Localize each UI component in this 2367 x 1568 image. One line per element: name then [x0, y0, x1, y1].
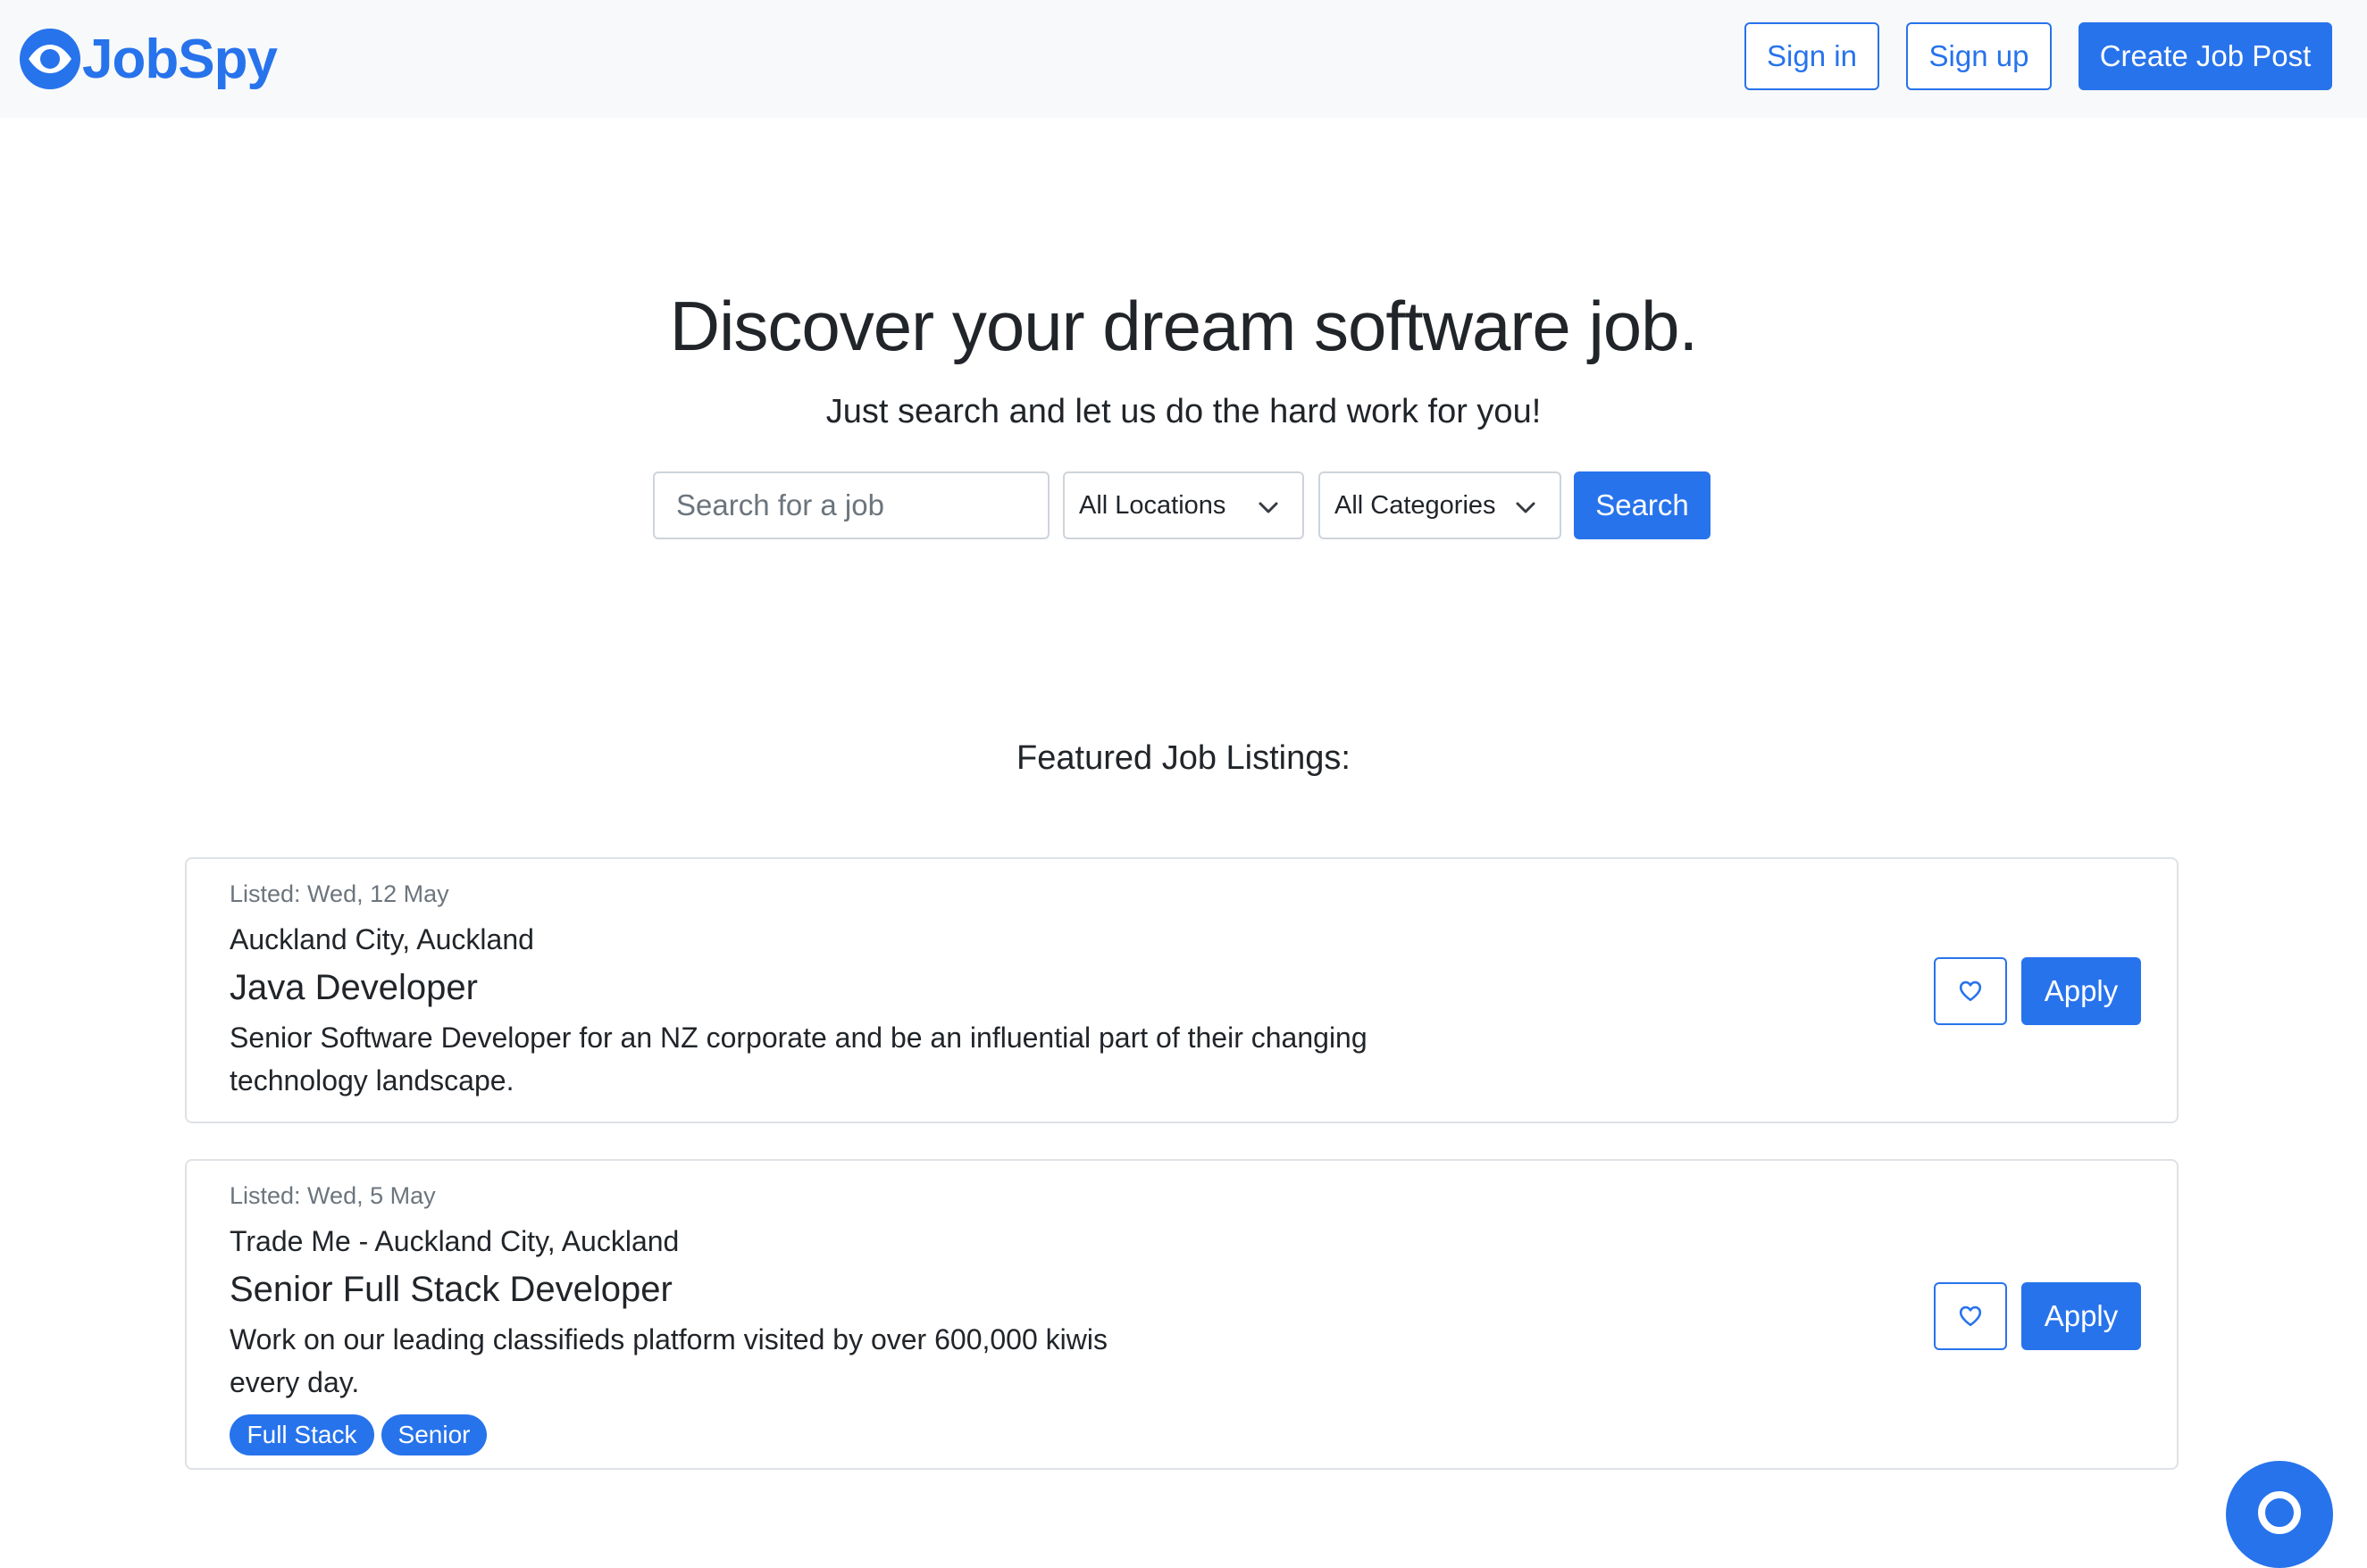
job-search-input[interactable] [653, 471, 1050, 539]
job-description-line: technology landscape. [230, 1064, 514, 1097]
heart-icon [1959, 980, 1982, 1002]
job-location: Auckland City, Auckland [230, 923, 534, 955]
job-card[interactable]: Listed: Wed, 12 May Auckland City, Auckl… [185, 857, 2179, 1123]
help-button[interactable] [2226, 1461, 2333, 1568]
category-select[interactable]: All Categories [1318, 471, 1561, 539]
apply-button[interactable]: Apply [2021, 957, 2141, 1025]
location-select-value: All Locations [1079, 490, 1226, 520]
help-icon [2258, 1491, 2301, 1534]
job-title[interactable]: Senior Full Stack Developer [230, 1270, 673, 1310]
navbar: JobSpy Sign in Sign up Create Job Post [0, 0, 2367, 118]
job-description: Work on our leading classifieds platform… [230, 1318, 1108, 1404]
sign-in-button[interactable]: Sign in [1744, 22, 1879, 90]
favorite-button[interactable] [1934, 1282, 2007, 1350]
job-description: Senior Software Developer for an NZ corp… [230, 1016, 1368, 1102]
job-location: Trade Me - Auckland City, Auckland [230, 1225, 680, 1257]
listed-date: Listed: Wed, 12 May [230, 880, 449, 907]
hero-title: Discover your dream software job. [669, 287, 1698, 365]
hero-subtitle: Just search and let us do the hard work … [825, 393, 1542, 430]
heart-icon [1959, 1305, 1982, 1327]
location-select[interactable]: All Locations [1063, 471, 1304, 539]
category-select-value: All Categories [1334, 490, 1496, 520]
eye-icon [20, 29, 80, 89]
chevron-down-icon [1259, 502, 1278, 513]
featured-title: Featured Job Listings: [1016, 739, 1351, 777]
job-description-line: every day. [230, 1366, 360, 1398]
brand-name: JobSpy [82, 28, 278, 90]
favorite-button[interactable] [1934, 957, 2007, 1025]
job-title[interactable]: Java Developer [230, 968, 478, 1008]
tag-badge: Full Stack [230, 1414, 374, 1455]
apply-button[interactable]: Apply [2021, 1282, 2141, 1350]
brand-logo[interactable]: JobSpy [20, 25, 278, 93]
job-description-line: Senior Software Developer for an NZ corp… [230, 1022, 1368, 1054]
sign-up-button[interactable]: Sign up [1906, 22, 2052, 90]
job-card[interactable]: Listed: Wed, 5 May Trade Me - Auckland C… [185, 1159, 2179, 1470]
tag-badge: Senior [381, 1414, 487, 1455]
job-description-line: Work on our leading classifieds platform… [230, 1323, 1108, 1355]
create-job-post-button[interactable]: Create Job Post [2078, 22, 2332, 90]
listed-date: Listed: Wed, 5 May [230, 1182, 436, 1209]
search-button[interactable]: Search [1574, 471, 1710, 539]
chevron-down-icon [1516, 502, 1535, 513]
